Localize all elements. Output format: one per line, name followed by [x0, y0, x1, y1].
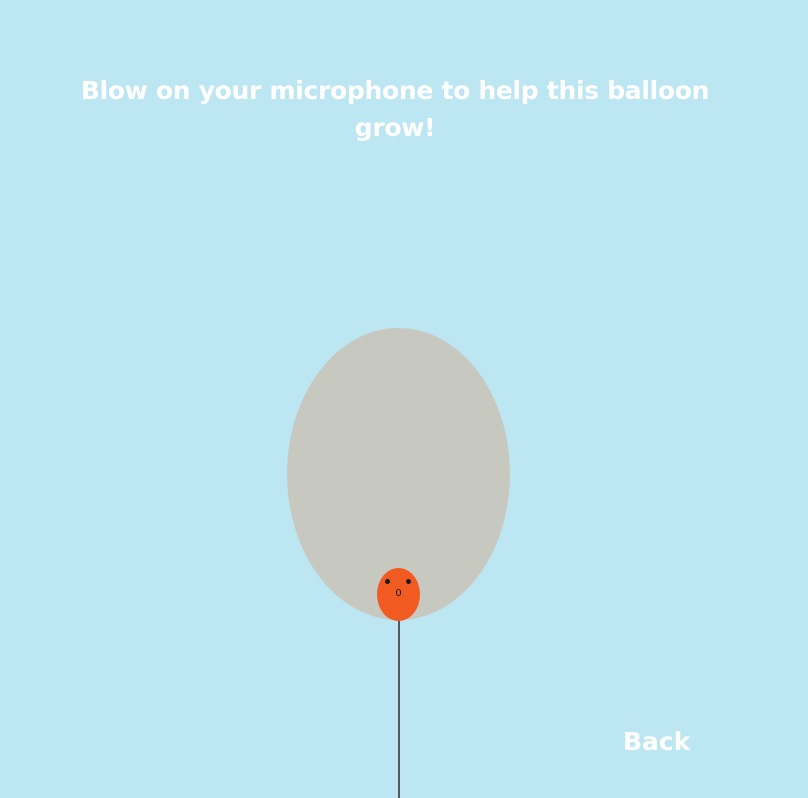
back-button[interactable]: Back — [615, 722, 698, 762]
instruction-text: Blow on your microphone to help this bal… — [80, 76, 710, 142]
balloon-right-eye — [406, 579, 411, 584]
balloon-mouth: 0 — [395, 588, 402, 599]
balloon-left-eye — [385, 579, 390, 584]
game-stage: Blow on your microphone to help this bal… — [0, 0, 808, 798]
balloon: 0 — [377, 568, 420, 621]
balloon-string — [398, 618, 400, 798]
